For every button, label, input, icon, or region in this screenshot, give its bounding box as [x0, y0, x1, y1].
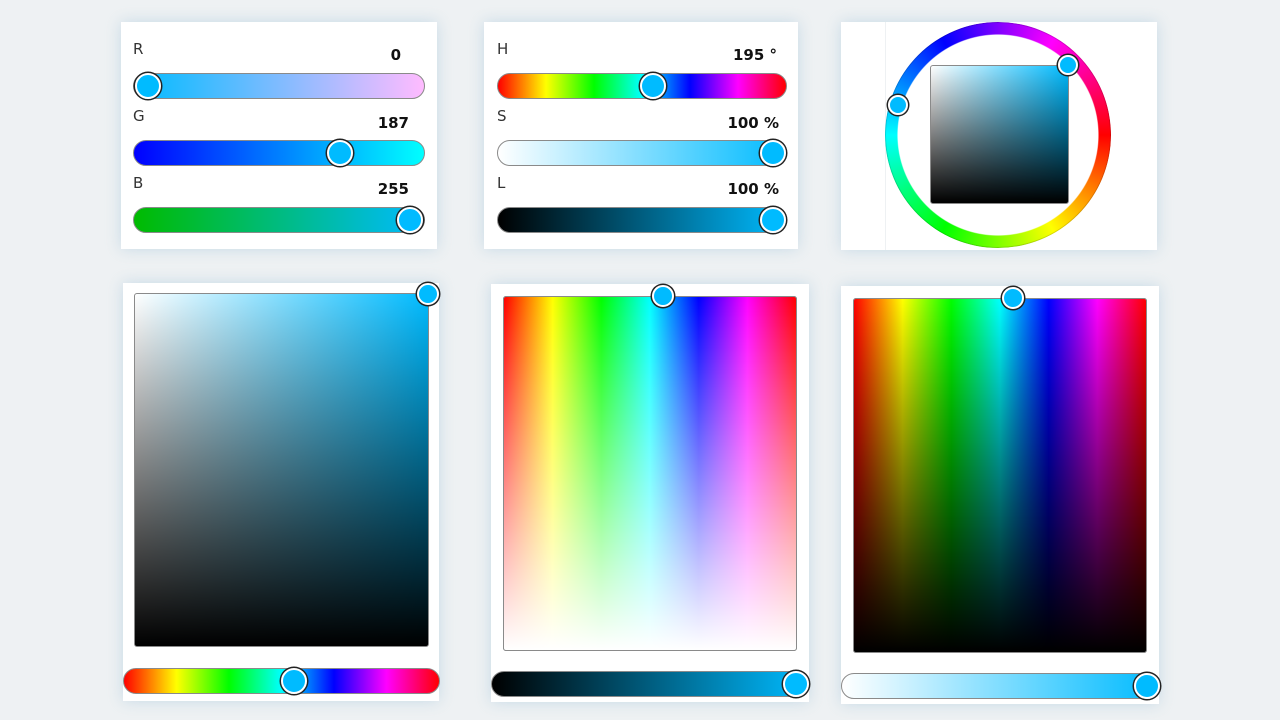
hue-saturation-area-thumb[interactable]: [652, 285, 674, 307]
g-value: 187: [377, 114, 409, 132]
hue-slider-thumb[interactable]: [640, 73, 666, 99]
s-value: 100 %: [727, 114, 779, 132]
hue-ring-picker-panel: [841, 22, 1157, 250]
h-label: H: [497, 40, 509, 58]
saturation-value-area[interactable]: [134, 293, 429, 647]
sv-area-picker-panel: [123, 283, 439, 701]
sv-area-thumb[interactable]: [417, 283, 439, 305]
hsl-sliders-panel: H 195 ° S 100 % L 100 %: [484, 22, 798, 249]
lightness-slider-bottom-track[interactable]: [491, 671, 809, 697]
b-label: B: [133, 174, 144, 192]
hue-value-picker-panel: [841, 286, 1159, 704]
ring-saturation-value-square[interactable]: [930, 65, 1069, 204]
ring-hue-thumb[interactable]: [888, 95, 908, 115]
hue-saturation-white-overlay: [503, 296, 797, 651]
l-label: L: [497, 174, 506, 192]
l-value: 100 %: [727, 180, 779, 198]
hue-slider-bottom-thumb[interactable]: [281, 668, 307, 694]
b-slider-track[interactable]: [133, 207, 425, 233]
lightness-slider-track[interactable]: [497, 207, 787, 233]
saturation-slider-track[interactable]: [497, 140, 787, 166]
hue-value-area-thumb[interactable]: [1002, 287, 1024, 309]
r-slider-thumb[interactable]: [135, 73, 161, 99]
saturation-slider-bottom-track[interactable]: [841, 673, 1159, 699]
hue-saturation-picker-panel: [491, 284, 809, 702]
lightness-slider-bottom-thumb[interactable]: [783, 671, 809, 697]
lightness-slider-thumb[interactable]: [760, 207, 786, 233]
saturation-slider-thumb[interactable]: [760, 140, 786, 166]
rgb-sliders-panel: R 0 G 187 B 255: [121, 22, 437, 249]
b-slider-thumb[interactable]: [397, 207, 423, 233]
saturation-slider-bottom-thumb[interactable]: [1134, 673, 1160, 699]
g-slider-thumb[interactable]: [327, 140, 353, 166]
r-value: 0: [390, 46, 401, 64]
hue-value-black-overlay: [853, 298, 1147, 653]
g-label: G: [133, 107, 145, 125]
h-value: 195 °: [732, 46, 777, 64]
s-label: S: [497, 107, 507, 125]
b-value: 255: [377, 180, 409, 198]
r-label: R: [133, 40, 144, 58]
g-slider-track[interactable]: [133, 140, 425, 166]
ring-sv-thumb[interactable]: [1058, 55, 1078, 75]
r-slider-track[interactable]: [133, 73, 425, 99]
